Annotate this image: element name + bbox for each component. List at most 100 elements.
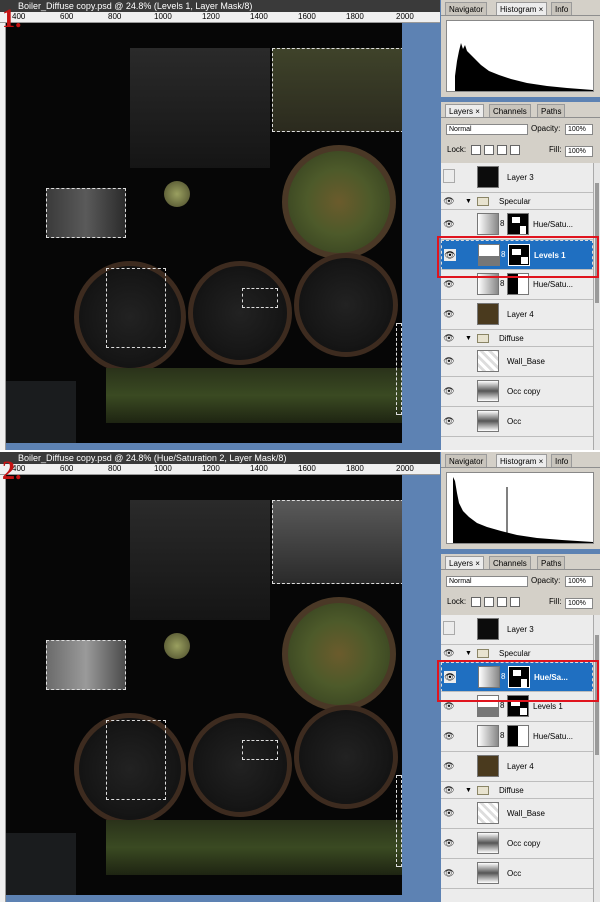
lock-transparent-icon[interactable]	[471, 596, 481, 607]
layer-mask-thumbnail[interactable]	[507, 725, 529, 747]
tab-channels[interactable]: Channels	[489, 104, 531, 117]
selection-marquee	[396, 775, 402, 867]
selection-marquee	[272, 48, 402, 132]
histogram-panel: Navigator Histogram × Info	[441, 0, 600, 97]
layer-row[interactable]: 👁 Wall_Base	[441, 799, 593, 829]
lock-position-icon[interactable]	[497, 144, 507, 155]
eye-icon[interactable]: 👁	[443, 867, 455, 879]
layers-scrollbar[interactable]	[593, 163, 600, 450]
ruler-label: 1400	[250, 12, 268, 21]
selection-marquee	[106, 268, 166, 348]
layer-name: Occ copy	[507, 839, 541, 848]
lock-transparent-icon[interactable]	[471, 144, 481, 155]
layer-name: Layer 3	[507, 173, 534, 182]
opacity-input[interactable]: 100%	[565, 576, 593, 587]
eye-icon[interactable]: 👁	[443, 385, 455, 397]
tab-layers[interactable]: Layers ×	[445, 556, 484, 569]
eye-icon[interactable]: 👁	[443, 807, 455, 819]
layer-row[interactable]: Layer 3	[441, 163, 593, 193]
layer-row[interactable]: 👁 Layer 4	[441, 752, 593, 782]
histogram-graph	[446, 20, 594, 92]
layer-row[interactable]: 👁 Wall_Base	[441, 347, 593, 377]
lock-image-icon[interactable]	[484, 596, 494, 607]
layer-row[interactable]: 👁 Occ copy	[441, 377, 593, 407]
texture-gear	[294, 253, 398, 357]
step-number: 1.	[2, 4, 22, 33]
eye-icon[interactable]: 👁	[443, 730, 455, 742]
layer-group-row[interactable]: 👁 ▼ Diffuse	[441, 782, 593, 799]
layer-thumbnail	[477, 618, 499, 640]
expand-triangle-icon[interactable]: ▼	[465, 330, 472, 347]
tab-paths[interactable]: Paths	[537, 556, 566, 569]
tab-label: Histogram	[500, 457, 537, 466]
eye-icon[interactable]: 👁	[443, 332, 455, 344]
tab-info[interactable]: Info	[551, 2, 573, 15]
layers-scrollbar[interactable]	[593, 615, 600, 902]
layers-panel-tabs: Layers × Channels Paths	[441, 554, 600, 570]
layer-row[interactable]: 👁 Layer 4	[441, 300, 593, 330]
fill-input[interactable]: 100%	[565, 598, 593, 609]
eye-icon[interactable]: 👁	[443, 647, 455, 659]
layer-name: Diffuse	[499, 786, 524, 795]
layer-row[interactable]: Layer 3	[441, 615, 593, 645]
eye-icon[interactable]: 👁	[443, 308, 455, 320]
eye-icon[interactable]: 👁	[443, 784, 455, 796]
eye-icon[interactable]: 👁	[443, 278, 455, 290]
link-icon[interactable]: 8	[500, 701, 504, 710]
layer-row[interactable]: 👁 Occ	[441, 407, 593, 437]
ruler-label: 2000	[396, 12, 414, 21]
blend-mode-select[interactable]: Normal	[446, 576, 528, 587]
expand-triangle-icon[interactable]: ▼	[465, 193, 472, 210]
link-icon[interactable]: 8	[500, 731, 504, 740]
layer-row[interactable]: 👁 8 Hue/Satu...	[441, 722, 593, 752]
tab-info[interactable]: Info	[551, 454, 573, 467]
adjustment-icon	[477, 213, 499, 235]
document-title[interactable]: Boiler_Diffuse copy.psd @ 24.8% (Levels …	[0, 0, 440, 12]
eye-icon[interactable]: 👁	[443, 837, 455, 849]
lock-icons[interactable]	[471, 144, 551, 156]
horizontal-ruler[interactable]: 400 600 800 1000 1200 1400 1600 1800 200…	[0, 12, 440, 23]
layer-group-row[interactable]: 👁 ▼ Diffuse	[441, 330, 593, 347]
texture-gear	[294, 705, 398, 809]
horizontal-ruler[interactable]: 400 600 800 1000 1200 1400 1600 1800 200…	[0, 464, 440, 475]
document-title[interactable]: Boiler_Diffuse copy.psd @ 24.8% (Hue/Sat…	[0, 452, 440, 464]
eye-icon[interactable]: 👁	[443, 195, 455, 207]
lock-image-icon[interactable]	[484, 144, 494, 155]
tab-navigator[interactable]: Navigator	[445, 2, 488, 15]
eye-icon[interactable]: 👁	[443, 355, 455, 367]
tab-histogram[interactable]: Histogram ×	[496, 454, 548, 467]
tab-channels[interactable]: Channels	[489, 556, 531, 569]
tab-navigator[interactable]: Navigator	[445, 454, 488, 467]
expand-triangle-icon[interactable]: ▼	[465, 782, 472, 799]
layer-mask-thumbnail[interactable]	[507, 213, 529, 235]
layer-group-row[interactable]: 👁 ▼ Specular	[441, 193, 593, 210]
image-canvas[interactable]	[6, 23, 402, 443]
lock-position-icon[interactable]	[497, 596, 507, 607]
selection-marquee	[242, 288, 278, 308]
tab-histogram[interactable]: Histogram ×	[496, 2, 548, 15]
document-window: Boiler_Diffuse copy.psd @ 24.8% (Levels …	[0, 0, 440, 450]
layer-row[interactable]: 👁 Occ copy	[441, 829, 593, 859]
blend-mode-select[interactable]: Normal	[446, 124, 528, 135]
image-canvas[interactable]	[6, 475, 402, 895]
fill-input[interactable]: 100%	[565, 146, 593, 157]
eye-icon[interactable]: 👁	[443, 415, 455, 427]
texture-corner	[6, 381, 76, 443]
visibility-toggle[interactable]	[443, 169, 455, 183]
lock-all-icon[interactable]	[510, 596, 520, 607]
visibility-toggle[interactable]	[443, 621, 455, 635]
link-icon[interactable]: 8	[500, 219, 504, 228]
lock-icons[interactable]	[471, 596, 551, 608]
layer-row[interactable]: 👁 Occ	[441, 859, 593, 889]
selection-marquee	[46, 640, 126, 690]
link-icon[interactable]: 8	[500, 279, 504, 288]
tab-paths[interactable]: Paths	[537, 104, 566, 117]
step-1-screenshot: 1. Boiler_Diffuse copy.psd @ 24.8% (Leve…	[0, 0, 600, 450]
eye-icon[interactable]: 👁	[443, 218, 455, 230]
opacity-input[interactable]: 100%	[565, 124, 593, 135]
ruler-label: 1800	[346, 464, 364, 473]
lock-all-icon[interactable]	[510, 144, 520, 155]
tab-layers[interactable]: Layers ×	[445, 104, 484, 117]
histogram-plot	[453, 477, 593, 543]
eye-icon[interactable]: 👁	[443, 760, 455, 772]
